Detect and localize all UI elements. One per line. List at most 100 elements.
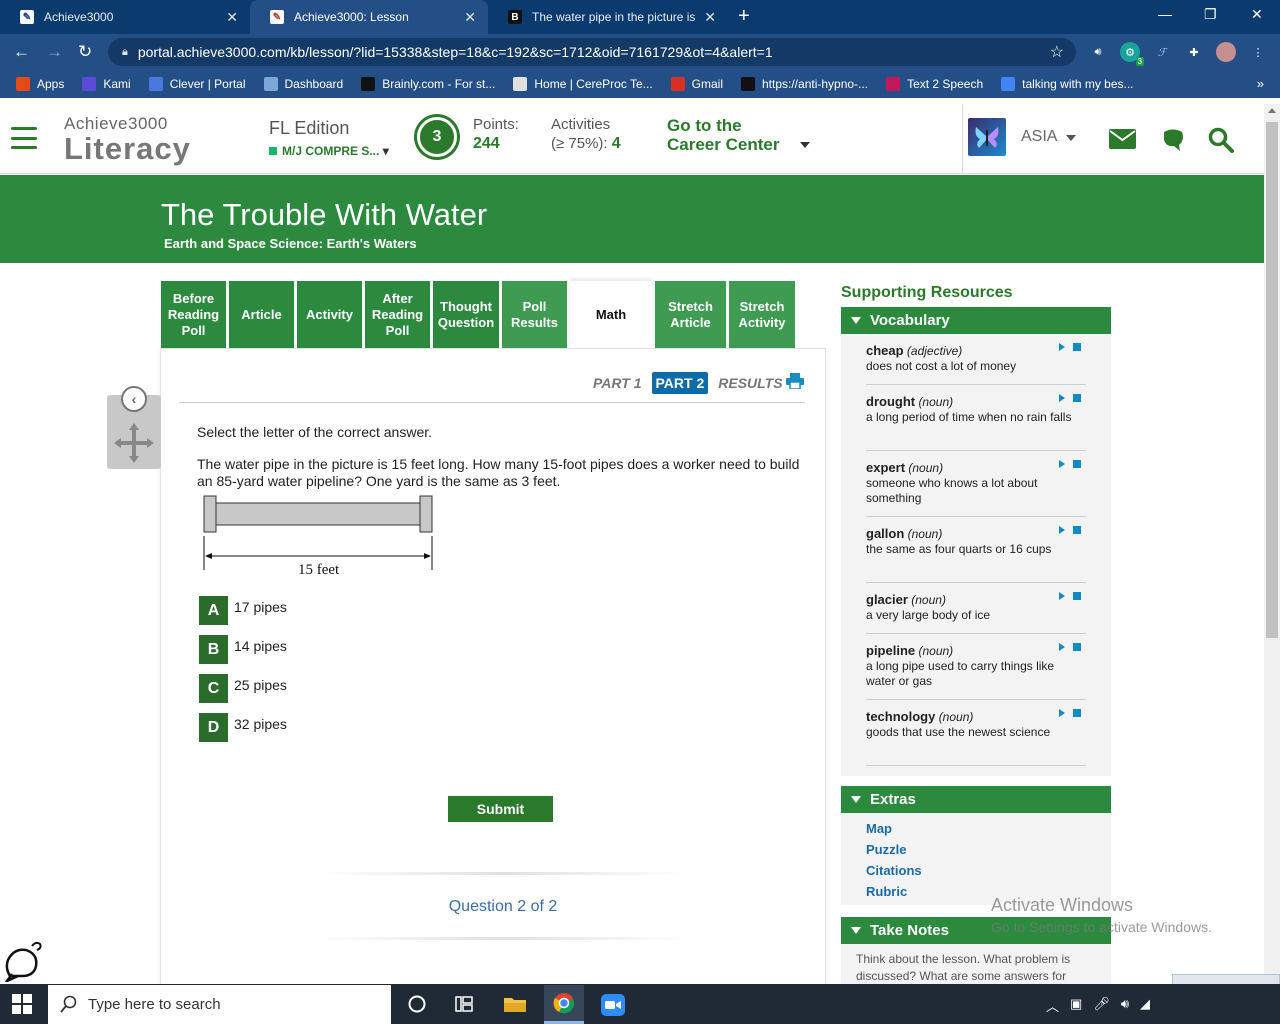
- play-audio-icon[interactable]: [1059, 526, 1065, 534]
- bookmark-kami[interactable]: Kami: [82, 77, 131, 91]
- stop-audio-icon[interactable]: [1073, 343, 1081, 351]
- forward-icon[interactable]: →: [46, 42, 63, 62]
- close-tab-icon[interactable]: ✕: [226, 9, 238, 26]
- profile-avatar[interactable]: [1216, 42, 1236, 62]
- cortana-icon[interactable]: [407, 994, 427, 1014]
- chrome-taskbar-button[interactable]: [544, 985, 584, 1024]
- reload-icon[interactable]: ↻: [78, 42, 92, 62]
- meet-now-icon[interactable]: ▣: [1070, 996, 1082, 1015]
- stop-audio-icon[interactable]: [1073, 709, 1081, 717]
- scroll-up-icon[interactable]: [1268, 108, 1276, 113]
- print-icon[interactable]: [786, 373, 804, 389]
- extra-link-rubric[interactable]: Rubric: [866, 884, 907, 899]
- bookmark-star-icon[interactable]: ☆: [1050, 42, 1064, 62]
- tab-after-reading-poll[interactable]: After Reading Poll: [365, 281, 430, 348]
- choice-letter[interactable]: C: [199, 674, 228, 703]
- results-link[interactable]: RESULTS: [714, 372, 786, 394]
- bookmark-clever-portal[interactable]: Clever | Portal: [148, 77, 246, 91]
- play-audio-icon[interactable]: [1059, 460, 1065, 468]
- submit-button[interactable]: Submit: [448, 796, 553, 822]
- bookmarks-more-icon[interactable]: »: [1257, 76, 1264, 91]
- answer-choice-d[interactable]: D 32 pipes: [199, 713, 287, 742]
- username[interactable]: ASIA: [1021, 128, 1057, 146]
- f-extension-icon[interactable]: ℱ: [1152, 42, 1172, 62]
- bookmark-talking-with-my-bes[interactable]: talking with my bes...: [1001, 77, 1134, 91]
- zoom-icon[interactable]: [601, 994, 625, 1016]
- part1-link[interactable]: PART 1: [589, 372, 646, 394]
- bookmark-text-2-speech[interactable]: Text 2 Speech: [886, 77, 983, 91]
- bookmark-home-cereproc-te[interactable]: Home | CereProc Te...: [513, 77, 653, 91]
- bookmark-apps[interactable]: Apps: [16, 77, 64, 91]
- answer-choice-b[interactable]: B 14 pipes: [199, 635, 287, 664]
- url-bar[interactable]: 🔒︎ portal.achieve3000.com/kb/lesson/?lid…: [108, 38, 1076, 66]
- extra-link-citations[interactable]: Citations: [866, 863, 922, 878]
- play-audio-icon[interactable]: [1059, 643, 1065, 651]
- chevron-left-icon[interactable]: ‹: [121, 386, 147, 412]
- menu-dots-icon[interactable]: ⋮: [1248, 42, 1268, 62]
- choice-letter[interactable]: B: [199, 635, 228, 664]
- bookmark-brainly-com-for-st[interactable]: Brainly.com - For st...: [361, 77, 495, 91]
- chat-bubble-icon[interactable]: [4, 940, 44, 982]
- microphone-icon[interactable]: 🎤︎: [1093, 996, 1110, 1015]
- choice-letter[interactable]: D: [199, 713, 228, 742]
- stop-audio-icon[interactable]: [1073, 526, 1081, 534]
- tab-stretch-article[interactable]: Stretch Article: [655, 281, 726, 348]
- extra-link-map[interactable]: Map: [866, 821, 892, 836]
- extra-link-puzzle[interactable]: Puzzle: [866, 842, 906, 857]
- career-dropdown-icon[interactable]: [800, 142, 810, 148]
- bookmark-gmail[interactable]: Gmail: [670, 77, 723, 91]
- part2-link[interactable]: PART 2: [651, 372, 709, 394]
- file-explorer-icon[interactable]: [503, 994, 527, 1014]
- chevron-up-icon[interactable]: ︿: [1046, 996, 1059, 1015]
- tab-poll-results[interactable]: Poll Results: [502, 281, 567, 348]
- move-icon[interactable]: [112, 421, 156, 465]
- task-view-icon[interactable]: [454, 994, 474, 1014]
- achieve-literacy-logo[interactable]: Achieve3000 Literacy: [64, 114, 191, 167]
- bookmark-dashboard[interactable]: Dashboard: [263, 77, 343, 91]
- new-tab-button[interactable]: +: [738, 5, 750, 28]
- minimize-icon[interactable]: —: [1158, 6, 1172, 22]
- tab-before-reading-poll[interactable]: Before Reading Poll: [161, 281, 226, 348]
- search-icon[interactable]: [1208, 127, 1234, 153]
- choice-letter[interactable]: A: [199, 596, 228, 625]
- restore-icon[interactable]: ❐: [1204, 6, 1217, 23]
- tab-math[interactable]: Math: [570, 281, 652, 348]
- tab-article[interactable]: Article: [229, 281, 294, 348]
- mail-icon[interactable]: [1109, 129, 1136, 149]
- browser-tab-brainly[interactable]: B The water pipe in the picture is 1 ✕: [488, 0, 728, 34]
- extension-badge-icon[interactable]: ⚙ 3: [1120, 42, 1144, 66]
- class-selector[interactable]: M/J COMPRE S... ▾: [269, 144, 389, 158]
- vocabulary-header[interactable]: Vocabulary: [841, 307, 1111, 334]
- answer-choice-c[interactable]: C 25 pipes: [199, 674, 287, 703]
- close-window-icon[interactable]: ✕: [1251, 6, 1263, 23]
- network-icon[interactable]: ◢: [1140, 996, 1150, 1015]
- puzzle-icon[interactable]: ✚: [1184, 42, 1204, 62]
- play-audio-icon[interactable]: [1059, 394, 1065, 402]
- windows-start-icon[interactable]: [12, 994, 32, 1014]
- tab-stretch-activity[interactable]: Stretch Activity: [729, 281, 795, 348]
- career-center-link[interactable]: Go to the Career Center: [667, 116, 779, 154]
- stop-audio-icon[interactable]: [1073, 394, 1081, 402]
- answer-choice-a[interactable]: A 17 pipes: [199, 596, 287, 625]
- play-audio-icon[interactable]: [1059, 709, 1065, 717]
- scrollbar-thumb[interactable]: [1266, 122, 1278, 638]
- close-tab-icon[interactable]: ✕: [704, 9, 716, 26]
- menu-icon[interactable]: [11, 127, 37, 149]
- taskbar-search[interactable]: Type here to search: [48, 985, 391, 1024]
- close-tab-icon[interactable]: ✕: [464, 9, 476, 26]
- browser-tab-achieve3000[interactable]: ✎ Achieve3000 ✕: [0, 0, 250, 34]
- bookmark-https-anti-hypno[interactable]: https://anti-hypno-...: [741, 77, 868, 91]
- extras-header[interactable]: Extras: [841, 786, 1111, 813]
- play-audio-icon[interactable]: [1059, 343, 1065, 351]
- browser-tab-lesson[interactable]: ✎ Achieve3000: Lesson ✕: [250, 0, 488, 34]
- tab-activity[interactable]: Activity: [297, 281, 362, 348]
- tab-thought-question[interactable]: Thought Question: [433, 281, 499, 348]
- chat-icon[interactable]: [1161, 128, 1185, 152]
- user-dropdown-icon[interactable]: [1066, 135, 1076, 141]
- stop-audio-icon[interactable]: [1073, 460, 1081, 468]
- volume-icon[interactable]: 🔊︎: [1121, 996, 1129, 1015]
- user-avatar[interactable]: [968, 118, 1006, 156]
- back-icon[interactable]: ←: [13, 42, 30, 62]
- play-audio-icon[interactable]: [1059, 592, 1065, 600]
- stop-audio-icon[interactable]: [1073, 643, 1081, 651]
